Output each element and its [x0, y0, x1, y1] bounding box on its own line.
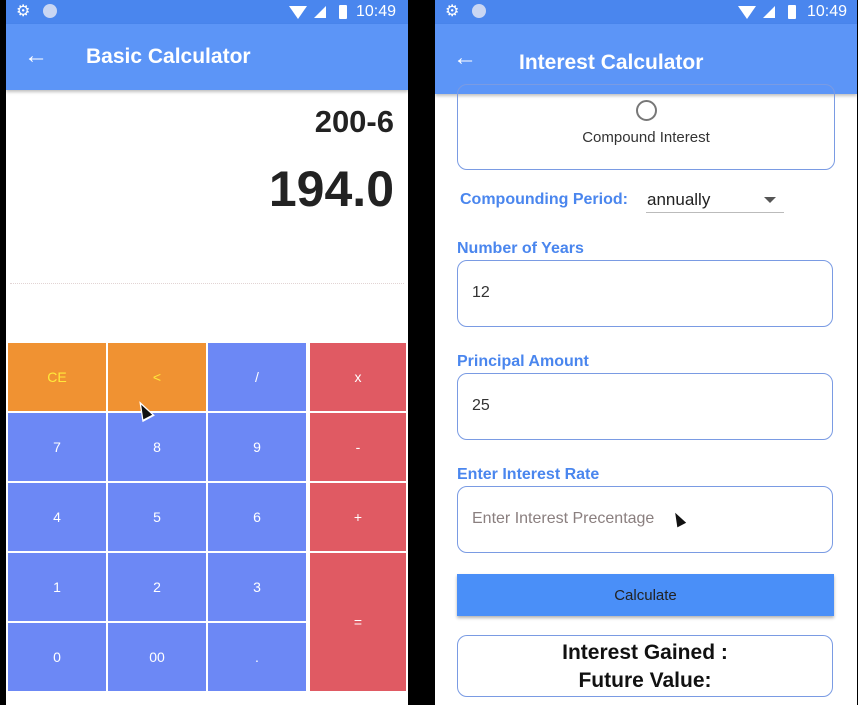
principal-label: Principal Amount: [457, 353, 589, 370]
page-title: Basic Calculator: [86, 45, 251, 68]
result-card: Interest Gained : Future Value:: [457, 635, 833, 697]
key-1[interactable]: 1: [8, 553, 106, 621]
expression-display: 200-6: [314, 104, 394, 139]
dropdown-caret-icon: [764, 197, 776, 203]
status-bar: ⚙ 10:49: [6, 0, 408, 24]
future-value-label: Future Value:: [578, 669, 712, 692]
wifi-icon: [289, 6, 307, 19]
clear-entry-key[interactable]: CE: [8, 343, 106, 411]
principal-field[interactable]: 25: [457, 373, 833, 440]
key-2[interactable]: 2: [108, 553, 206, 621]
gear-icon: ⚙: [16, 3, 31, 20]
signal-icon: [763, 6, 775, 18]
multiply-key[interactable]: x: [310, 343, 406, 411]
app-bar: ← Basic Calculator: [6, 24, 408, 90]
status-time: 10:49: [356, 3, 397, 20]
interest-type-card: Compound Interest: [457, 84, 835, 170]
years-field[interactable]: 12: [457, 260, 833, 327]
compounding-period-value: annually: [647, 190, 711, 209]
wifi-icon: [738, 6, 756, 19]
decimal-key[interactable]: .: [208, 623, 306, 691]
keypad: CE < / x 7 8 9 - 4 5 6 + 1 2 3 = 0 00 .: [8, 343, 406, 693]
minus-key[interactable]: -: [310, 413, 406, 481]
notification-dot-icon: [43, 4, 57, 18]
interest-gained-label: Interest Gained :: [562, 641, 728, 664]
key-00[interactable]: 00: [108, 623, 206, 691]
back-arrow-icon[interactable]: ←: [453, 44, 477, 72]
interest-rate-field[interactable]: Enter Interest Precentage: [457, 486, 833, 553]
years-label: Number of Years: [457, 240, 584, 257]
battery-icon: [339, 5, 347, 19]
back-arrow-icon[interactable]: ←: [24, 42, 48, 70]
key-8[interactable]: 8: [108, 413, 206, 481]
compounding-period-label: Compounding Period:: [460, 191, 628, 208]
display-divider: [10, 283, 404, 284]
result-display: 194.0: [268, 161, 394, 217]
interest-calculator-screen: ⚙ 10:49 ← Interest Calculator Compound I…: [435, 0, 857, 705]
equals-key[interactable]: =: [310, 553, 406, 691]
divide-key[interactable]: /: [208, 343, 306, 411]
interest-rate-label: Enter Interest Rate: [457, 466, 600, 483]
plus-key[interactable]: +: [310, 483, 406, 551]
interest-rate-placeholder: Enter Interest Precentage: [472, 510, 655, 527]
page-title: Interest Calculator: [519, 51, 704, 74]
status-bar: ⚙ 10:49: [435, 0, 857, 24]
compound-interest-option[interactable]: Compound Interest: [458, 129, 834, 146]
battery-icon: [788, 5, 796, 19]
key-5[interactable]: 5: [108, 483, 206, 551]
radio-button-icon[interactable]: [636, 100, 657, 121]
signal-icon: [314, 6, 326, 18]
years-value: 12: [472, 284, 490, 301]
backspace-key[interactable]: <: [108, 343, 206, 411]
gear-icon: ⚙: [445, 3, 460, 20]
key-9[interactable]: 9: [208, 413, 306, 481]
key-4[interactable]: 4: [8, 483, 106, 551]
compounding-period-select[interactable]: annually: [646, 186, 784, 213]
key-3[interactable]: 3: [208, 553, 306, 621]
notification-dot-icon: [472, 4, 486, 18]
key-6[interactable]: 6: [208, 483, 306, 551]
status-time: 10:49: [807, 3, 848, 20]
form-scroll-area[interactable]: Compound Interest Compounding Period: an…: [435, 84, 857, 705]
basic-calculator-screen: ⚙ 10:49 ← Basic Calculator 200-6 194.0 C…: [6, 0, 408, 705]
principal-value: 25: [472, 397, 490, 414]
key-0[interactable]: 0: [8, 623, 106, 691]
key-7[interactable]: 7: [8, 413, 106, 481]
calculate-button[interactable]: Calculate: [457, 574, 834, 616]
